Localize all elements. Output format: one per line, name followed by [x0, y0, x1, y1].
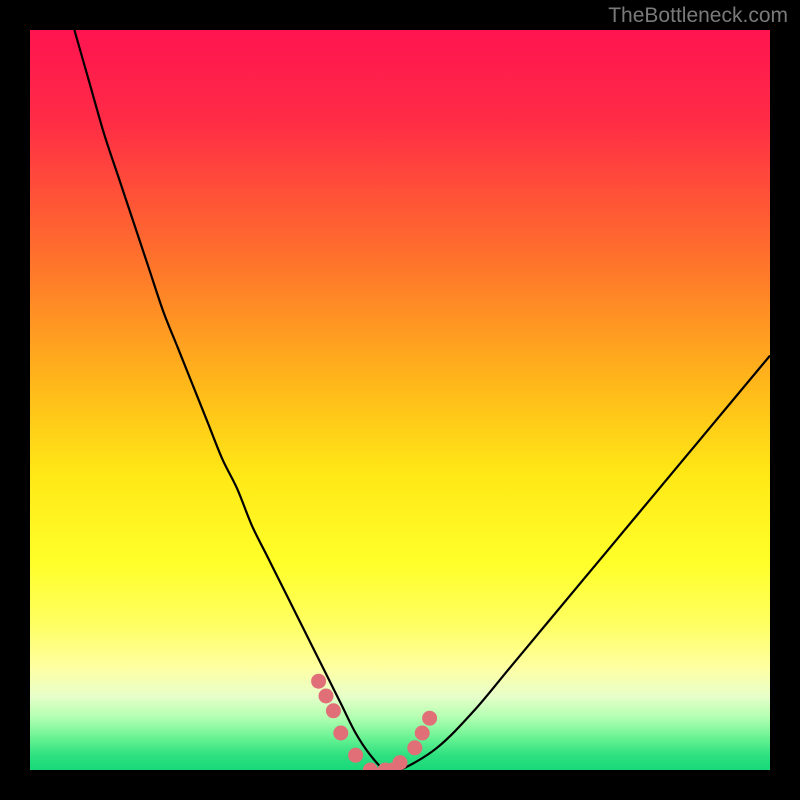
- highlight-dot: [415, 726, 430, 741]
- highlight-dot: [363, 763, 378, 771]
- highlight-dot: [311, 674, 326, 689]
- highlight-dots: [311, 674, 437, 770]
- curve-layer: [30, 30, 770, 770]
- watermark-text: TheBottleneck.com: [608, 4, 788, 28]
- highlight-dot: [393, 755, 408, 770]
- plot-area: [30, 30, 770, 770]
- chart-frame: TheBottleneck.com: [0, 0, 800, 800]
- highlight-dot: [348, 748, 363, 763]
- highlight-dot: [422, 711, 437, 726]
- highlight-dot: [319, 689, 334, 704]
- highlight-dot: [333, 726, 348, 741]
- highlight-dot: [407, 740, 422, 755]
- bottleneck-curve: [74, 30, 770, 770]
- highlight-dot: [326, 703, 341, 718]
